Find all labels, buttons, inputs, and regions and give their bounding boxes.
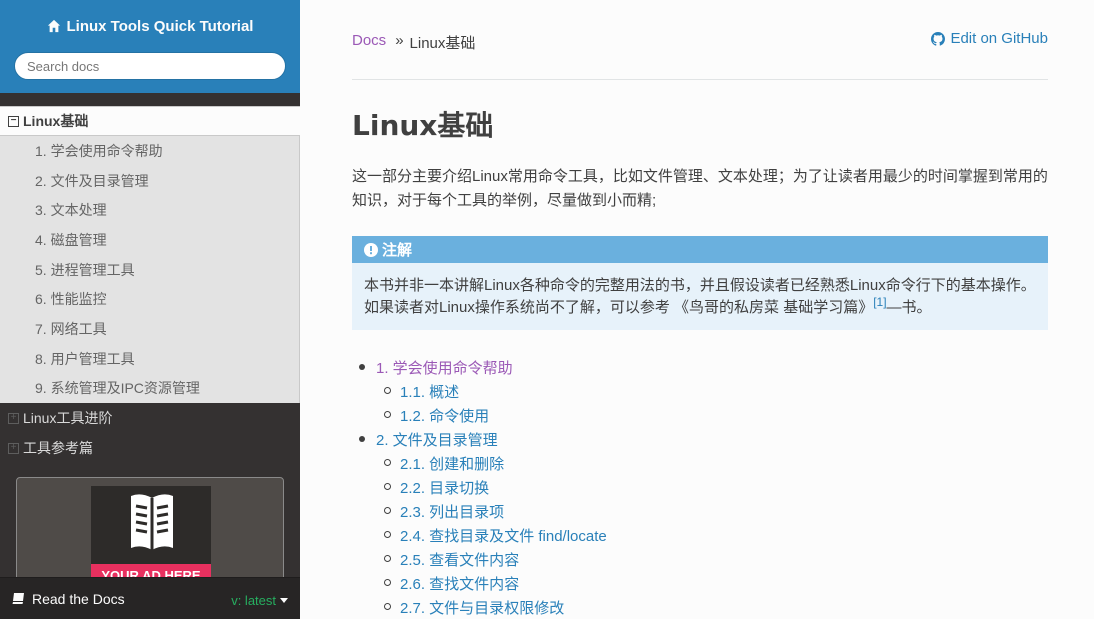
page-title: Linux基础 bbox=[352, 109, 494, 142]
home-icon bbox=[47, 19, 60, 33]
sidebar-nav: − Linux基础 1. 学会使用命令帮助 2. 文件及目录管理 3. 文本处理… bbox=[0, 106, 300, 463]
toc-subitem: 2.2. 目录切换 bbox=[384, 475, 1048, 499]
breadcrumb-docs-link[interactable]: Docs bbox=[352, 32, 386, 49]
github-icon bbox=[931, 31, 946, 46]
sidebar-subitem[interactable]: 4. 磁盘管理 bbox=[0, 225, 300, 255]
note-body: 本书并非一本讲解Linux各种命令的完整用法的书，并且假设读者已经熟悉Linux… bbox=[352, 263, 1048, 330]
sidebar-item-label: 工具参考篇 bbox=[23, 440, 93, 457]
breadcrumb: Docs » Linux基础 Edit on GitHub bbox=[352, 0, 1048, 80]
sidebar-subitem[interactable]: 9. 系统管理及IPC资源管理 bbox=[0, 373, 300, 404]
collapse-icon[interactable]: − bbox=[8, 115, 19, 127]
search-input[interactable] bbox=[14, 52, 286, 80]
edit-on-github-link[interactable]: Edit on GitHub bbox=[931, 30, 1048, 47]
toc-subitem: 1.2. 命令使用 bbox=[384, 403, 1048, 427]
sidebar-item-tools-reference[interactable]: + 工具参考篇 bbox=[0, 433, 300, 463]
toc-subitem: 2.3. 列出目录项 bbox=[384, 499, 1048, 523]
toc-item: 2. 文件及目录管理 bbox=[359, 427, 1048, 451]
sidebar-item-linux-advanced[interactable]: + Linux工具进阶 bbox=[0, 403, 300, 433]
ad-image[interactable]: YOUR AD HERE bbox=[91, 486, 211, 586]
edit-on-github-label: Edit on GitHub bbox=[950, 30, 1048, 47]
toc-subitem: 2.1. 创建和删除 bbox=[384, 451, 1048, 475]
toc-item: 1. 学会使用命令帮助 bbox=[359, 355, 1048, 379]
sidebar-subsection-list: 1. 学会使用命令帮助 2. 文件及目录管理 3. 文本处理 4. 磁盘管理 5… bbox=[0, 136, 300, 404]
rtd-label-text: Read the Docs bbox=[32, 590, 125, 607]
intro-paragraph: 这一部分主要介绍Linux常用命令工具，比如文件管理、文本处理；为了让读者用最少… bbox=[352, 168, 1048, 209]
toc-link[interactable]: 2.1. 创建和删除 bbox=[400, 453, 504, 474]
toc-link[interactable]: 1.2. 命令使用 bbox=[400, 405, 489, 426]
breadcrumb-separator: » bbox=[395, 32, 404, 49]
main-content-area: Docs » Linux基础 Edit on GitHub Linux基础 这一… bbox=[300, 0, 1094, 619]
sidebar-subitem[interactable]: 6. 性能监控 bbox=[0, 284, 300, 315]
toc-link[interactable]: 2.7. 文件与目录权限修改 bbox=[400, 597, 564, 618]
toc-link[interactable]: 2.3. 列出目录项 bbox=[400, 501, 504, 522]
search-form bbox=[14, 52, 286, 80]
toc-subitem: 2.6. 查找文件内容 bbox=[384, 571, 1048, 595]
sidebar-header: Linux Tools Quick Tutorial bbox=[0, 0, 300, 93]
sidebar-item-linux-basics[interactable]: − Linux基础 bbox=[0, 106, 300, 136]
note-body-tail: —书。 bbox=[886, 299, 932, 316]
toc-link[interactable]: 1.1. 概述 bbox=[400, 381, 459, 402]
toc-subitem: 2.7. 文件与目录权限修改 bbox=[384, 595, 1048, 619]
sidebar-subitem[interactable]: 2. 文件及目录管理 bbox=[0, 165, 300, 196]
toc-subitem: 2.5. 查看文件内容 bbox=[384, 547, 1048, 571]
note-title: 注解 bbox=[352, 236, 1048, 263]
info-circle-icon bbox=[364, 242, 378, 257]
expand-icon[interactable]: + bbox=[8, 412, 19, 424]
footnote-reference[interactable]: [1] bbox=[873, 295, 886, 309]
toc-link[interactable]: 2.2. 目录切换 bbox=[400, 477, 489, 498]
sidebar-item-label: Linux基础 bbox=[23, 113, 89, 129]
document: Docs » Linux基础 Edit on GitHub Linux基础 这一… bbox=[352, 0, 1048, 619]
toc-link[interactable]: 2. 文件及目录管理 bbox=[376, 429, 498, 450]
sidebar-subitem[interactable]: 7. 网络工具 bbox=[0, 314, 300, 344]
version-selector[interactable]: v: latest bbox=[231, 593, 288, 608]
sidebar-subitem[interactable]: 1. 学会使用命令帮助 bbox=[0, 136, 300, 166]
book-icon bbox=[131, 494, 173, 550]
toc-link[interactable]: 2.5. 查看文件内容 bbox=[400, 549, 519, 570]
note-title-text: 注解 bbox=[382, 242, 413, 259]
book-icon bbox=[12, 593, 24, 604]
toc-link[interactable]: 1. 学会使用命令帮助 bbox=[376, 357, 513, 378]
sidebar-item-label: Linux工具进阶 bbox=[23, 410, 113, 427]
project-home-link[interactable]: Linux Tools Quick Tutorial bbox=[47, 16, 254, 36]
rtd-version-bar[interactable]: Read the Docs v: latest bbox=[0, 577, 300, 619]
sidebar-subitem[interactable]: 5. 进程管理工具 bbox=[0, 254, 300, 285]
note-body-text: 本书并非一本讲解Linux各种命令的完整用法的书，并且假设读者已经熟悉Linux… bbox=[364, 277, 1036, 316]
version-text: v: latest bbox=[231, 593, 276, 608]
toc-link[interactable]: 2.6. 查找文件内容 bbox=[400, 573, 519, 594]
breadcrumb-current: Linux基础 bbox=[409, 35, 476, 52]
sidebar: Linux Tools Quick Tutorial − Linux基础 1. … bbox=[0, 0, 300, 619]
toc-subitem: 1.1. 概述 bbox=[384, 379, 1048, 403]
sidebar-subitem[interactable]: 3. 文本处理 bbox=[0, 195, 300, 226]
sidebar-subitem[interactable]: 8. 用户管理工具 bbox=[0, 343, 300, 374]
rtd-label[interactable]: Read the Docs bbox=[12, 591, 231, 607]
toc-subitem: 2.4. 查找目录及文件 find/locate bbox=[384, 523, 1048, 547]
toc-link[interactable]: 2.4. 查找目录及文件 find/locate bbox=[400, 525, 607, 546]
note-admonition: 注解 本书并非一本讲解Linux各种命令的完整用法的书，并且假设读者已经熟悉Li… bbox=[352, 236, 1048, 330]
table-of-contents: 1. 学会使用命令帮助 1.1. 概述 1.2. 命令使用 2. 文件及目录管理… bbox=[352, 355, 1048, 619]
project-title: Linux Tools Quick Tutorial bbox=[66, 17, 254, 35]
caret-down-icon bbox=[280, 598, 288, 603]
expand-icon[interactable]: + bbox=[8, 442, 19, 454]
